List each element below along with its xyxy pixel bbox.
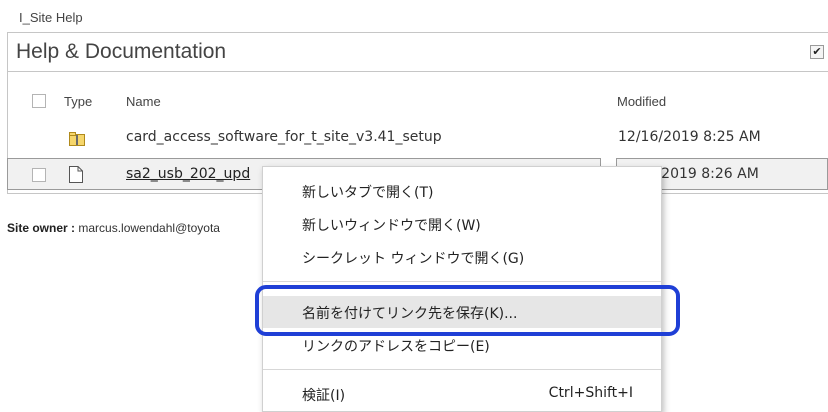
breadcrumb[interactable]: I_Site Help <box>19 10 83 25</box>
column-header-modified[interactable]: Modified <box>617 94 666 114</box>
page-title[interactable]: Help & Documentation <box>16 40 226 64</box>
menu-item-open-new-tab[interactable]: 新しいタブで開く(T) <box>263 175 661 207</box>
menu-item-shortcut: Ctrl+Shift+I <box>548 385 633 401</box>
document-icon <box>69 166 83 183</box>
row-checkbox[interactable] <box>32 168 46 182</box>
folder-zip-icon <box>69 132 85 146</box>
menu-item-label: 検証(I) <box>302 388 346 404</box>
site-owner-label: Site owner : <box>7 221 76 235</box>
site-owner-value[interactable]: marcus.lowendahl@toyota <box>78 221 220 235</box>
menu-divider <box>263 281 661 282</box>
annotation-highlight <box>255 285 680 336</box>
menu-item-label: 新しいウィンドウで開く(W) <box>302 218 481 234</box>
list-item-name-link[interactable]: sa2_usb_202_upd <box>126 166 250 182</box>
select-all-checkbox[interactable] <box>32 94 46 108</box>
list-item-name[interactable]: card_access_software_for_t_site_v3.41_se… <box>126 129 442 145</box>
menu-item-label: シークレット ウィンドウで開く(G) <box>302 251 525 267</box>
select-webpart-checkbox[interactable]: ✔ <box>810 45 824 59</box>
list-item-modified: 12/16/2019 8:25 AM <box>618 129 761 145</box>
menu-item-label: 新しいタブで開く(T) <box>302 185 434 201</box>
panel-title-bar: Help & Documentation ✔ <box>8 33 828 72</box>
menu-item-open-new-window[interactable]: 新しいウィンドウで開く(W) <box>263 208 661 240</box>
menu-item-label: リンクのアドレスをコピー(E) <box>302 339 490 355</box>
column-header-name[interactable]: Name <box>126 94 161 114</box>
menu-item-inspect[interactable]: 検証(I) Ctrl+Shift+I <box>263 378 661 410</box>
menu-divider <box>263 369 661 370</box>
site-owner: Site owner : marcus.lowendahl@toyota <box>7 221 220 235</box>
menu-item-open-incognito[interactable]: シークレット ウィンドウで開く(G) <box>263 241 661 273</box>
column-header-type[interactable]: Type <box>64 94 92 114</box>
